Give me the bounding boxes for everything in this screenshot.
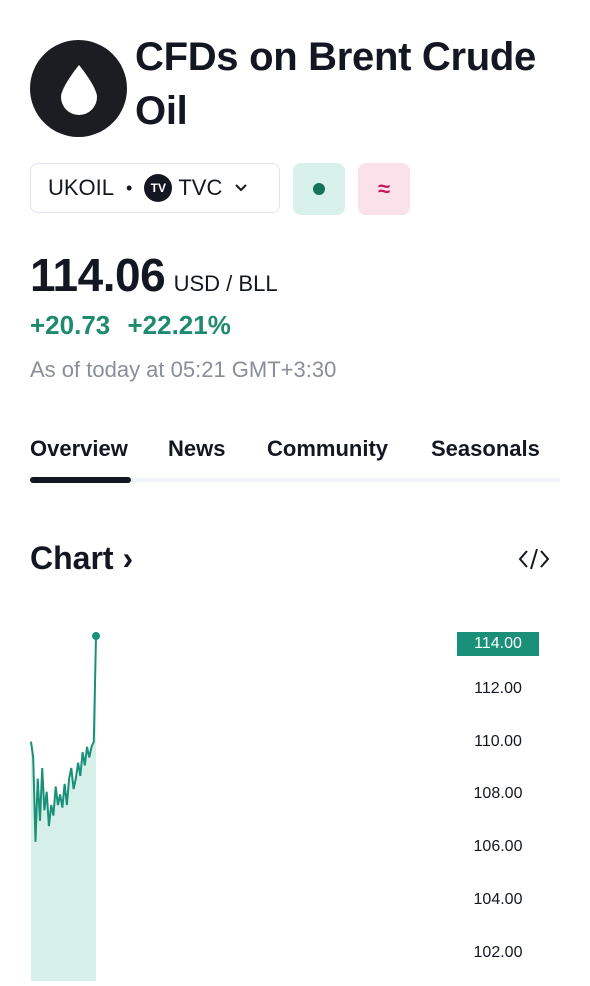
tab-bar: Overview News Community Seasonals	[30, 436, 560, 486]
oil-drop-icon	[30, 40, 127, 137]
ticker-label: UKOIL	[48, 175, 115, 200]
last-point-marker	[92, 632, 100, 640]
price-block: 114.06 USD / BLL	[30, 248, 278, 302]
as-of-timestamp: As of today at 05:21 GMT+3:30	[30, 357, 337, 382]
y-tick-label: 106.00	[473, 838, 523, 856]
price-change: +20.73 +22.21%	[30, 310, 231, 341]
chevron-right-icon: ›	[122, 540, 134, 576]
tab-overview[interactable]: Overview	[30, 436, 128, 462]
y-tick-label: 112.00	[474, 679, 522, 697]
chevron-down-icon	[234, 183, 248, 193]
tab-seasonals[interactable]: Seasonals	[431, 436, 540, 462]
exchange-label: TVC	[178, 175, 223, 200]
y-tick-label: 104.00	[473, 891, 523, 908]
chart-header: Chart ›	[30, 540, 550, 586]
change-percent: +22.21%	[127, 310, 231, 340]
tab-community[interactable]: Community	[267, 436, 388, 462]
header: CFDs on Brent Crude Oil	[30, 28, 570, 138]
code-embed-icon[interactable]	[518, 546, 550, 577]
tab-news[interactable]: News	[168, 436, 225, 462]
chart-title-link[interactable]: Chart ›	[30, 540, 133, 576]
tab-active-indicator	[30, 477, 131, 483]
symbol-selector[interactable]: UKOIL • TV TVC	[30, 163, 280, 213]
change-absolute: +20.73	[30, 310, 111, 340]
last-price: 114.06	[30, 249, 166, 301]
y-tick-label: 102.00	[473, 943, 523, 961]
price-chart[interactable]: 114.00 112.00 110.00 108.00 106.00 104.00 102.…	[0, 620, 590, 981]
cfd-badge-button[interactable]: ≈	[358, 163, 410, 215]
market-status-button[interactable]	[293, 163, 345, 215]
currency-unit: USD / BLL	[173, 271, 278, 296]
separator: •	[126, 177, 133, 198]
symbol-row: UKOIL • TV TVC ≈	[30, 163, 410, 215]
y-tick-label: 110.00	[474, 732, 522, 750]
chart-title-text: Chart	[30, 540, 114, 576]
page-title: CFDs on Brent Crude Oil	[135, 35, 536, 133]
market-open-dot-icon	[313, 183, 325, 195]
y-tick-label: 108.00	[473, 785, 523, 803]
current-price-label: 114.00	[457, 632, 539, 656]
exchange-logo-icon: TV	[144, 174, 173, 202]
